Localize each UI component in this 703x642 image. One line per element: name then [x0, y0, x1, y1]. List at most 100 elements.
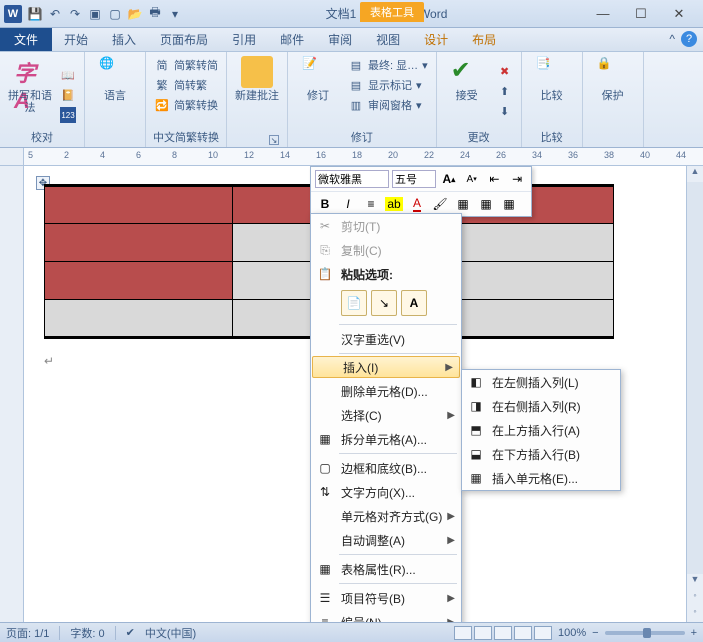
- ctx-select[interactable]: 选择(C)▶: [311, 403, 461, 427]
- shrink-font-button[interactable]: A▾: [462, 170, 482, 188]
- reject-button[interactable]: ✖: [495, 62, 515, 80]
- decrease-indent-button[interactable]: ⇤: [485, 170, 505, 188]
- zoom-out-button[interactable]: −: [592, 627, 598, 639]
- tab-home[interactable]: 开始: [52, 27, 100, 52]
- prev-change-button[interactable]: ⬆: [495, 82, 515, 100]
- vertical-scrollbar[interactable]: ▲ ▼ ◦ ◦: [686, 166, 703, 622]
- scroll-track[interactable]: [687, 182, 703, 574]
- ctx-copy[interactable]: ⎘复制(C): [311, 238, 461, 262]
- horizontal-ruler[interactable]: 524681012141618202224263436384044: [0, 148, 703, 166]
- track-changes-button[interactable]: 📝 修订: [294, 56, 342, 102]
- scroll-up-icon[interactable]: ▲: [687, 166, 703, 182]
- sub-insert-row-above[interactable]: ⬒在上方插入行(A): [462, 418, 620, 442]
- grow-font-button[interactable]: A▴: [439, 170, 459, 188]
- ctx-split-cells[interactable]: ▦拆分单元格(A)...: [311, 427, 461, 451]
- sub-insert-row-below[interactable]: ⬓在下方插入行(B): [462, 442, 620, 466]
- dialog-launcher-icon[interactable]: ↘: [269, 135, 279, 145]
- new-icon[interactable]: ▢: [106, 5, 124, 23]
- tab-design[interactable]: 设计: [412, 27, 460, 52]
- minimize-ribbon-icon[interactable]: ^: [669, 32, 675, 46]
- paste-keep-source[interactable]: 📄: [341, 290, 367, 316]
- insert-mini-button[interactable]: ▦: [453, 195, 473, 213]
- show-markup-button[interactable]: ▤显示标记▾: [346, 76, 430, 94]
- qat-dropdown-icon[interactable]: ▾: [166, 5, 184, 23]
- sub-insert-col-left[interactable]: ◧在左侧插入列(L): [462, 370, 620, 394]
- tab-insert[interactable]: 插入: [100, 27, 148, 52]
- scroll-down-icon[interactable]: ▼: [687, 574, 703, 590]
- font-name-combo[interactable]: [315, 170, 389, 188]
- language-indicator[interactable]: 中文(中国): [145, 625, 196, 641]
- tab-references[interactable]: 引用: [220, 27, 268, 52]
- merge-mini-button[interactable]: ▦: [499, 195, 519, 213]
- tab-tablelayout[interactable]: 布局: [460, 27, 508, 52]
- print-layout-view[interactable]: [454, 626, 472, 640]
- draft-view[interactable]: [534, 626, 552, 640]
- document-page[interactable]: ✥ ↵ A▴ A▾ ⇤ ⇥ B I ≡: [24, 166, 686, 622]
- ctx-borders[interactable]: ▢边框和底纹(B)...: [311, 456, 461, 480]
- save-icon[interactable]: 💾: [26, 5, 44, 23]
- outline-view[interactable]: [514, 626, 532, 640]
- page-indicator[interactable]: 页面: 1/1: [6, 625, 49, 641]
- vertical-ruler[interactable]: [0, 166, 24, 622]
- undo-icon[interactable]: ↶: [46, 5, 64, 23]
- ctx-numbering[interactable]: ≡编号(N)...▶: [311, 610, 461, 622]
- tab-view[interactable]: 视图: [364, 27, 412, 52]
- wordcount-button[interactable]: 123: [58, 106, 78, 124]
- save2-icon[interactable]: ▣: [86, 5, 104, 23]
- tab-file[interactable]: 文件: [0, 28, 52, 51]
- protect-button[interactable]: 🔒 保护: [589, 56, 637, 102]
- ctx-cell-alignment[interactable]: 单元格对齐方式(G)▶: [311, 504, 461, 528]
- proofing-status-icon[interactable]: ✔: [126, 626, 135, 639]
- print-icon[interactable]: 🖶: [146, 5, 164, 23]
- ctx-autofit[interactable]: 自动调整(A)▶: [311, 528, 461, 552]
- next-change-button[interactable]: ⬇: [495, 102, 515, 120]
- spelling-button[interactable]: 字A 拼写和语法: [6, 56, 54, 114]
- format-painter-button[interactable]: 🖌: [430, 195, 450, 213]
- ctx-text-direction[interactable]: ⇅文字方向(X)...: [311, 480, 461, 504]
- increase-indent-button[interactable]: ⇥: [507, 170, 527, 188]
- word-count[interactable]: 字数: 0: [70, 625, 104, 641]
- paste-merge[interactable]: ↘: [371, 290, 397, 316]
- research-button[interactable]: 📖: [58, 66, 78, 84]
- bold-button[interactable]: B: [315, 195, 335, 213]
- close-button[interactable]: ✕: [665, 4, 693, 24]
- ctx-insert[interactable]: 插入(I)▶: [312, 356, 460, 378]
- tab-mailings[interactable]: 邮件: [268, 27, 316, 52]
- tab-pagelayout[interactable]: 页面布局: [148, 27, 220, 52]
- minimize-button[interactable]: —: [589, 4, 617, 24]
- reviewing-pane-button[interactable]: ▥审阅窗格▾: [346, 96, 430, 114]
- help-icon[interactable]: ?: [681, 31, 697, 47]
- simp-to-trad-button[interactable]: 简简繁转简: [152, 56, 220, 74]
- open-icon[interactable]: 📂: [126, 5, 144, 23]
- ctx-bullets[interactable]: ☰项目符号(B)▶: [311, 586, 461, 610]
- browse-prev-icon[interactable]: ◦: [687, 590, 703, 606]
- web-layout-view[interactable]: [494, 626, 512, 640]
- zoom-thumb[interactable]: [643, 628, 651, 638]
- italic-button[interactable]: I: [338, 195, 358, 213]
- redo-icon[interactable]: ↷: [66, 5, 84, 23]
- zoom-slider[interactable]: [605, 631, 685, 635]
- sub-insert-col-right[interactable]: ◨在右侧插入列(R): [462, 394, 620, 418]
- display-final-button[interactable]: ▤最终: 显…▾: [346, 56, 430, 74]
- zoom-in-button[interactable]: +: [691, 627, 697, 639]
- ctx-table-properties[interactable]: ▦表格属性(R)...: [311, 557, 461, 581]
- chinese-conv-button[interactable]: 🔁简繁转换: [152, 96, 220, 114]
- maximize-button[interactable]: ☐: [627, 4, 655, 24]
- language-button[interactable]: 🌐 语言: [91, 56, 139, 102]
- trad-to-simp-button[interactable]: 繁简转繁: [152, 76, 220, 94]
- align-button[interactable]: ≡: [361, 195, 381, 213]
- thesaurus-button[interactable]: 📔: [58, 86, 78, 104]
- highlight-button[interactable]: ab: [384, 195, 404, 213]
- ctx-cut[interactable]: ✂剪切(T): [311, 214, 461, 238]
- fullscreen-view[interactable]: [474, 626, 492, 640]
- new-comment-button[interactable]: 新建批注: [233, 56, 281, 102]
- ctx-delete-cells[interactable]: 删除单元格(D)...: [311, 379, 461, 403]
- zoom-level[interactable]: 100%: [558, 627, 586, 639]
- font-size-combo[interactable]: [392, 170, 436, 188]
- compare-button[interactable]: 📑 比较: [528, 56, 576, 102]
- accept-button[interactable]: ✔ 接受: [443, 56, 491, 102]
- sub-insert-cells[interactable]: ▦插入单元格(E)...: [462, 466, 620, 490]
- font-color-button[interactable]: A: [407, 195, 427, 213]
- ctx-reconvert[interactable]: 汉字重选(V): [311, 327, 461, 351]
- tab-review[interactable]: 审阅: [316, 27, 364, 52]
